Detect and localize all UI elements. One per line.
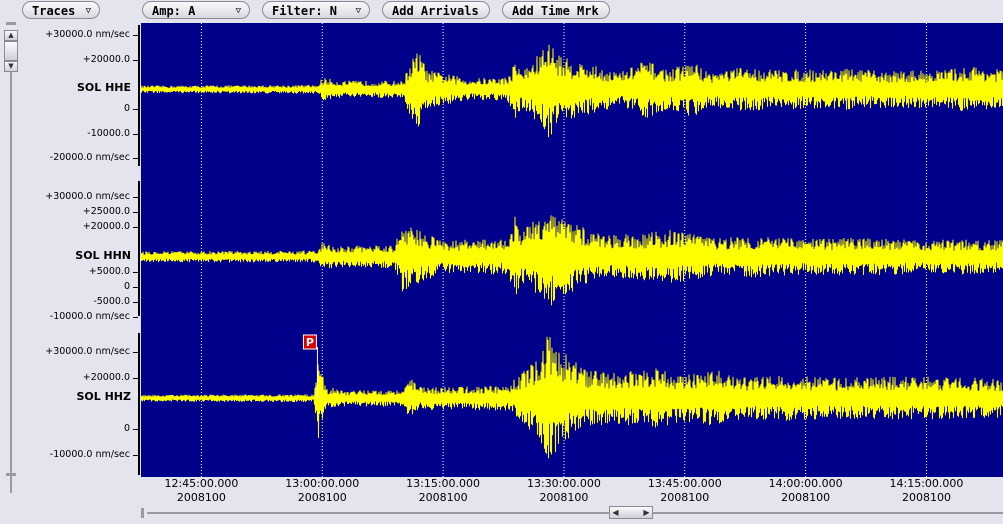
x-tick-date: 2008100 xyxy=(418,491,468,504)
y-tick-mark xyxy=(133,377,138,379)
scrollbar-end-cap xyxy=(6,473,16,476)
y-tick-label: +30000.0 nm/sec xyxy=(45,345,130,357)
scroll-down-icon[interactable]: ▼ xyxy=(4,61,18,72)
y-tick-label: +20000.0 xyxy=(82,371,130,383)
x-tick-time: 12:45:00.000 xyxy=(164,477,239,490)
y-tick-label: -20000.0 nm/sec xyxy=(49,152,130,164)
y-tick-label: 0 xyxy=(123,103,130,115)
x-tick-label: 13:45:00.000 2008100 xyxy=(630,477,740,505)
y-axis-line xyxy=(138,181,140,316)
y-tick-label: +5000.0 xyxy=(88,265,130,277)
x-tick-date: 2008100 xyxy=(176,491,226,504)
y-tick-mark xyxy=(133,109,138,111)
scrollbar-end-cap xyxy=(141,508,144,518)
y-tick-mark xyxy=(133,316,138,318)
x-tick-date: 2008100 xyxy=(539,491,589,504)
add-arrivals-label: Add Arrivals xyxy=(392,4,479,18)
scroll-up-icon[interactable]: ▲ xyxy=(4,30,18,41)
y-tick-mark xyxy=(133,286,138,288)
scroll-left-icon[interactable]: ◀ xyxy=(610,507,621,518)
add-arrivals-button[interactable]: Add Arrivals xyxy=(382,1,490,19)
x-tick-label: 13:00:00.000 2008100 xyxy=(267,477,377,505)
scroll-thumb[interactable]: ◀ ▶ xyxy=(609,506,653,519)
y-tick-label: +30000.0 nm/sec xyxy=(45,29,130,41)
y-tick-mark xyxy=(133,429,138,431)
filter-dropdown[interactable]: Filter: N ▽ xyxy=(262,1,370,19)
y-tick-label: +25000.0 xyxy=(82,205,130,217)
x-tick-time: 14:15:00.000 xyxy=(889,477,964,490)
x-tick-date: 2008100 xyxy=(781,491,831,504)
y-tick-label: 0 xyxy=(123,423,130,435)
x-tick-date: 2008100 xyxy=(297,491,347,504)
horizontal-scrollbar[interactable]: ◀ ▶ xyxy=(141,504,1003,522)
y-tick-mark xyxy=(133,196,138,198)
y-tick-mark xyxy=(133,271,138,273)
scroll-right-icon[interactable]: ▶ xyxy=(641,507,652,518)
y-tick-mark xyxy=(133,301,138,303)
add-time-mark-button[interactable]: Add Time Mrk xyxy=(502,1,610,19)
scroll-track[interactable] xyxy=(10,72,12,493)
amp-dropdown-label: Amp: A xyxy=(152,4,196,18)
x-tick-date: 2008100 xyxy=(660,491,710,504)
y-tick-mark xyxy=(133,211,138,213)
x-tick-date: 2008100 xyxy=(901,491,951,504)
y-tick-label: 0 xyxy=(123,280,130,292)
y-tick-label: +20000.0 xyxy=(82,220,130,232)
y-tick-label: -10000.0 xyxy=(87,127,130,139)
x-tick-time: 13:00:00.000 xyxy=(285,477,360,490)
y-tick-label: +30000.0 nm/sec xyxy=(45,190,130,202)
filter-dropdown-label: Filter: N xyxy=(272,4,338,18)
x-tick-label: 14:00:00.000 2008100 xyxy=(751,477,861,505)
y-tick-mark xyxy=(133,158,138,160)
y-tick-label: -5000.0 xyxy=(93,295,130,307)
y-tick-label: +20000.0 xyxy=(82,53,130,65)
y-tick-mark xyxy=(133,59,138,61)
y-tick-mark xyxy=(133,455,138,457)
y-tick-label: -10000.0 nm/sec xyxy=(49,310,130,322)
scroll-track[interactable] xyxy=(147,512,1003,514)
trace-station-label: SOL HHE xyxy=(76,81,131,95)
y-tick-mark xyxy=(133,35,138,37)
traces-dropdown-label: Traces xyxy=(32,4,76,18)
triangle-down-icon: ▽ xyxy=(355,6,361,16)
pick-marker-label: P xyxy=(306,336,314,349)
x-tick-time: 13:45:00.000 xyxy=(647,477,722,490)
add-time-mark-label: Add Time Mrk xyxy=(512,4,599,18)
x-tick-time: 14:00:00.000 xyxy=(768,477,843,490)
traces-dropdown[interactable]: Traces ▽ xyxy=(22,1,100,19)
triangle-down-icon: ▽ xyxy=(85,6,91,16)
y-axis-line xyxy=(138,333,140,475)
y-axis-line xyxy=(138,25,140,166)
trace-station-label: SOL HHN xyxy=(75,248,131,262)
triangle-down-icon: ▽ xyxy=(235,6,241,16)
x-tick-label: 13:15:00.000 2008100 xyxy=(388,477,498,505)
x-tick-time: 13:30:00.000 xyxy=(526,477,601,490)
x-tick-label: 12:45:00.000 2008100 xyxy=(146,477,256,505)
x-tick-time: 13:15:00.000 xyxy=(406,477,481,490)
x-tick-label: 14:15:00.000 2008100 xyxy=(871,477,981,505)
scrollbar-end-cap xyxy=(6,22,16,25)
vertical-scrollbar[interactable]: ▲ ▼ xyxy=(4,22,18,493)
y-tick-label: -10000.0 nm/sec xyxy=(49,449,130,461)
seismogram-plot[interactable]: P xyxy=(141,23,1003,477)
y-tick-mark xyxy=(133,351,138,353)
amp-dropdown[interactable]: Amp: A ▽ xyxy=(142,1,250,19)
y-tick-mark xyxy=(133,133,138,135)
scroll-thumb[interactable] xyxy=(4,41,18,61)
x-tick-label: 13:30:00.000 2008100 xyxy=(509,477,619,505)
y-tick-mark xyxy=(133,226,138,228)
trace-station-label: SOL HHZ xyxy=(76,390,131,404)
